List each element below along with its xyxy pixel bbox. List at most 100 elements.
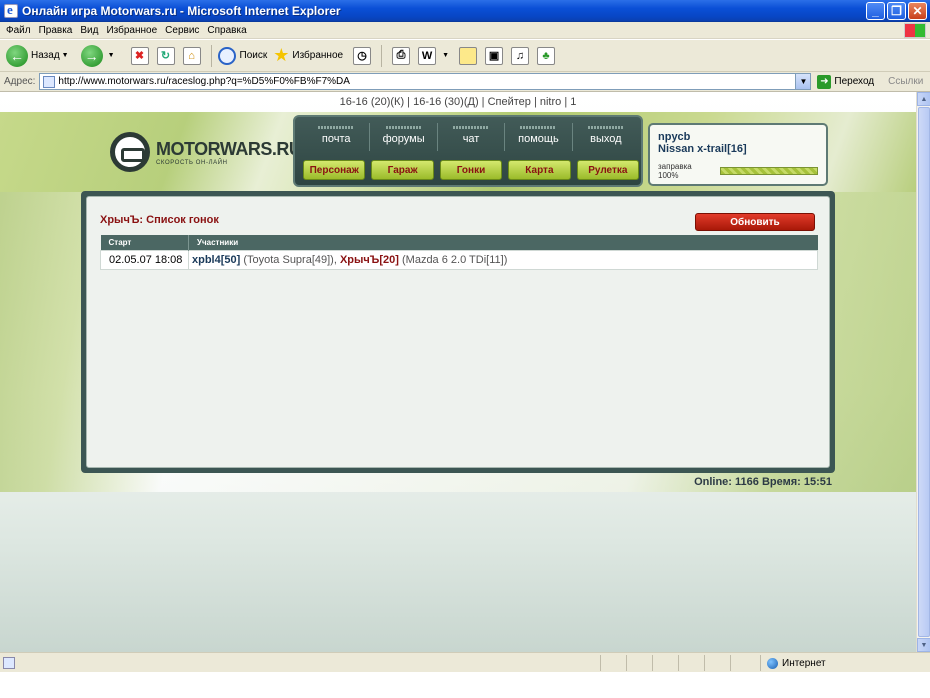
menu-view[interactable]: Вид — [78, 25, 104, 36]
user-panel: npycb Nissan x-trail[16] заправка 100% — [648, 123, 828, 186]
logo-subtitle: СКОРОСТЬ ОН-ЛАЙН — [156, 159, 228, 166]
fuel-label: заправка 100% — [658, 162, 692, 180]
nav-logout[interactable]: выход — [573, 123, 639, 151]
chevron-down-icon[interactable]: ▼ — [442, 52, 449, 59]
menu-bar: Файл Правка Вид Избранное Сервис Справка — [0, 22, 930, 39]
logo-icon — [110, 132, 150, 172]
chevron-down-icon[interactable]: ▼ — [108, 52, 115, 59]
globe-icon — [767, 657, 778, 669]
window-title: Онлайн игра Motorwars.ru - Microsoft Int… — [22, 3, 341, 18]
star-icon: ★ — [273, 45, 290, 65]
scroll-thumb[interactable] — [918, 107, 930, 637]
toolbar-divider — [210, 44, 212, 67]
go-button[interactable]: ➜ Переход — [817, 74, 875, 89]
browser-toolbar: ← Назад ▼ → ▼ ✖ ↻ ⌂ Поиск ★ Избранное ◷ … — [0, 40, 930, 72]
security-zone: Интернет — [760, 655, 920, 671]
nav-help[interactable]: помощь — [505, 123, 573, 151]
nav-bottom-buttons: Персонаж Гараж Гонки Карта Рулетка — [303, 160, 640, 180]
scroll-up-icon[interactable]: ▲ — [917, 92, 930, 106]
fuel-indicator: заправка 100% — [658, 162, 818, 180]
scroll-down-icon[interactable]: ▼ — [917, 638, 930, 652]
vertical-scrollbar[interactable]: ▲ ▼ — [916, 92, 930, 652]
nav-mail[interactable]: почта — [303, 123, 371, 151]
site-logo[interactable]: MOTORWARS.RU СКОРОСТЬ ОН-ЛАЙН — [110, 132, 302, 172]
nav-forums[interactable]: форумы — [370, 123, 438, 151]
races-table: Старт Участники 02.05.07 18:08 xpbl4[50]… — [100, 235, 818, 270]
page-status-icon — [3, 656, 15, 669]
participant-link[interactable]: ХрычЪ[20] — [340, 254, 399, 266]
go-label: Переход — [834, 76, 875, 87]
online-status: Online: 1166 Время: 15:51 — [694, 476, 832, 488]
main-frame: ХрычЪ: Список гонок Обновить Старт Участ… — [81, 191, 835, 473]
chevron-down-icon[interactable]: ▼ — [795, 74, 811, 89]
menu-edit[interactable]: Правка — [37, 25, 79, 36]
forward-arrow-icon: → — [80, 44, 103, 67]
window-controls: _ ❐ ✕ — [866, 2, 927, 20]
address-label: Адрес: — [4, 76, 36, 87]
address-input[interactable]: http://www.motorwars.ru/raceslog.php?q=%… — [39, 73, 812, 90]
nav-races-button[interactable]: Гонки — [439, 160, 503, 180]
maximize-button[interactable]: ❐ — [887, 2, 906, 20]
forward-button[interactable]: → ▼ — [80, 44, 121, 67]
menu-file[interactable]: Файл — [4, 25, 37, 36]
nav-roulette-button[interactable]: Рулетка — [576, 160, 640, 180]
nav-top-links: почта форумы чат помощь выход — [303, 123, 639, 151]
top-status-line: 16-16 (20)(К) | 16-16 (30)(Д) | Спейтер … — [0, 96, 916, 108]
print-icon[interactable]: ⎙ — [392, 46, 411, 65]
table-row: 02.05.07 18:08 xpbl4[50] (Toyota Supra[4… — [100, 250, 818, 270]
back-label: Назад — [31, 50, 60, 61]
participant-car: (Toyota Supra[49]), — [240, 254, 340, 266]
page-icon — [43, 75, 56, 88]
stop-icon[interactable]: ✖ — [130, 46, 149, 65]
column-header-start: Старт — [100, 235, 189, 251]
links-button[interactable]: Ссылки — [888, 76, 923, 87]
nav-garage-button[interactable]: Гараж — [371, 160, 434, 180]
note-icon[interactable] — [459, 46, 478, 65]
close-button[interactable]: ✕ — [908, 2, 927, 20]
back-button[interactable]: ← Назад ▼ — [6, 44, 75, 67]
fuel-bar — [720, 167, 818, 175]
home-icon[interactable]: ⌂ — [182, 46, 201, 65]
media-icon[interactable]: ♫ — [511, 46, 530, 65]
tv-icon[interactable]: ▣ — [485, 46, 504, 65]
toolbar-divider — [381, 44, 383, 67]
nav-map-button[interactable]: Карта — [508, 160, 571, 180]
nav-chat[interactable]: чат — [438, 123, 506, 151]
nav-panel: почта форумы чат помощь выход Персонаж Г… — [293, 115, 643, 187]
logo-name: MOTORWARS.RU — [156, 138, 302, 159]
search-icon — [217, 46, 236, 65]
race-participants-cell: xpbl4[50] (Toyota Supra[49]), ХрычЪ[20] … — [188, 250, 818, 270]
status-panels — [600, 655, 756, 671]
search-label: Поиск — [239, 50, 268, 61]
favorites-button[interactable]: ★ Избранное — [273, 45, 343, 66]
top-status-text[interactable]: 16-16 (20)(К) | 16-16 (30)(Д) | Спейтер … — [340, 96, 577, 108]
user-car[interactable]: Nissan x-trail[16] — [658, 143, 818, 155]
back-arrow-icon: ← — [6, 44, 28, 67]
clover-icon[interactable]: ♣ — [537, 46, 556, 65]
participant-link[interactable]: xpbl4[50] — [192, 254, 240, 266]
race-start-cell: 02.05.07 18:08 — [100, 250, 189, 270]
column-header-participants: Участники — [188, 235, 818, 251]
address-url[interactable]: http://www.motorwars.ru/raceslog.php?q=%… — [58, 76, 350, 87]
word-edit-icon[interactable]: W — [418, 46, 437, 65]
windows-logo-icon — [904, 23, 926, 38]
minimize-button[interactable]: _ — [866, 2, 885, 20]
menu-help[interactable]: Справка — [205, 25, 252, 36]
ie-app-icon — [4, 2, 18, 18]
address-bar: Адрес: http://www.motorwars.ru/raceslog.… — [0, 72, 930, 92]
search-button[interactable]: Поиск — [217, 46, 268, 65]
history-icon[interactable]: ◷ — [353, 46, 372, 65]
table-header-row: Старт Участники — [100, 235, 818, 251]
page-viewport: 16-16 (20)(К) | 16-16 (30)(Д) | Спейтер … — [0, 92, 916, 652]
refresh-button[interactable]: Обновить — [695, 213, 815, 231]
refresh-icon[interactable]: ↻ — [156, 46, 175, 65]
window-titlebar[interactable]: Онлайн игра Motorwars.ru - Microsoft Int… — [0, 0, 930, 22]
menu-tools[interactable]: Сервис — [163, 25, 205, 36]
nav-character-button[interactable]: Персонаж — [303, 160, 366, 180]
chevron-down-icon[interactable]: ▼ — [62, 52, 69, 59]
go-arrow-icon: ➜ — [817, 74, 832, 89]
user-name[interactable]: npycb — [658, 131, 818, 143]
main-content: ХрычЪ: Список гонок Обновить Старт Участ… — [86, 196, 830, 468]
menu-favorites[interactable]: Избранное — [104, 25, 163, 36]
participant-car: (Mazda 6 2.0 TDi[11]) — [398, 254, 508, 266]
